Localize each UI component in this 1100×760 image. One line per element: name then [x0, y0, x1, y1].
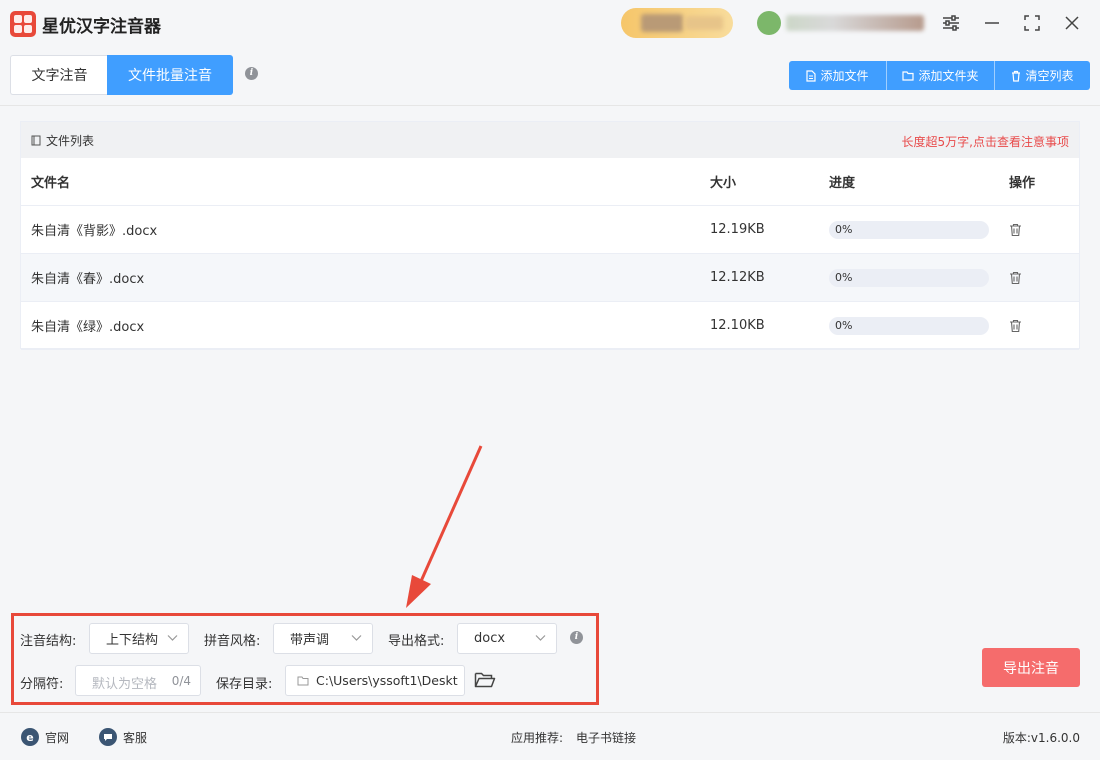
maximize-icon[interactable]: [1021, 12, 1043, 34]
save-dir-value: C:\Users\yssoft1\Deskt: [316, 673, 458, 688]
column-header-size: 大小: [710, 176, 737, 191]
progress-cell: 0%: [829, 302, 989, 349]
folder-icon: [297, 676, 309, 686]
file-size: 12.19KB: [710, 222, 765, 237]
trash-icon: [1010, 223, 1021, 236]
column-header-progress: 进度: [829, 176, 856, 191]
chevron-down-icon: [351, 635, 362, 641]
export-annotation-button[interactable]: 导出注音: [982, 648, 1080, 687]
file-table: 文件名 大小 进度 操作 朱自清《背影》.docx 12.19KB 0% 朱自清…: [21, 158, 1079, 350]
add-folder-button[interactable]: 添加文件夹: [886, 61, 994, 90]
progress-bar: 0%: [829, 220, 989, 239]
app-title: 星优汉字注音器: [42, 17, 161, 37]
chevron-down-icon: [167, 635, 178, 641]
file-name: 朱自清《背影》.docx: [31, 224, 158, 239]
structure-select[interactable]: 上下结构: [89, 623, 189, 654]
progress-bar: 0%: [829, 268, 989, 287]
file-size: 12.10KB: [710, 318, 765, 333]
username-blurred[interactable]: [786, 15, 924, 31]
browse-folder-icon[interactable]: [474, 671, 496, 693]
add-file-label: 添加文件: [820, 69, 869, 83]
file-size: 12.12KB: [710, 270, 765, 285]
format-label: 导出格式:: [388, 634, 445, 649]
website-label: 官网: [45, 730, 70, 745]
progress-cell: 0%: [829, 254, 989, 301]
minimize-icon[interactable]: [981, 12, 1003, 34]
add-file-button[interactable]: 添加文件: [789, 61, 886, 90]
table-row[interactable]: 朱自清《绿》.docx 12.10KB 0%: [21, 302, 1079, 350]
support-link[interactable]: 客服: [99, 728, 147, 746]
version-text: 版本:v1.6.0.0: [1002, 731, 1080, 745]
format-value: docx: [474, 631, 506, 646]
user-avatar[interactable]: [757, 11, 781, 35]
column-header-name: 文件名: [31, 176, 71, 191]
progress-text: 0%: [835, 270, 853, 284]
footer: e 官网 客服 应用推荐: 电子书链接 版本:v1.6.0.0: [0, 712, 1100, 760]
file-list-title: 文件列表: [46, 133, 95, 148]
app-logo: [10, 11, 36, 37]
toolbar: 文字注音 文件批量注音 i 添加文件 添加文件夹 清空列表: [0, 46, 1100, 106]
file-icon: [806, 69, 817, 82]
length-warning-link[interactable]: 长度超5万字,点击查看注意事项: [902, 133, 1069, 150]
table-header-row: 文件名 大小 进度 操作: [21, 158, 1079, 206]
tab-batch-file-annotation[interactable]: 文件批量注音: [107, 55, 233, 95]
clear-list-button[interactable]: 清空列表: [994, 61, 1090, 90]
recommend-label: 应用推荐:: [511, 731, 564, 745]
delete-file-button[interactable]: [1009, 302, 1022, 349]
pinyin-style-select[interactable]: 带声调: [273, 623, 373, 654]
column-header-action: 操作: [1009, 176, 1036, 191]
file-list-header: 文件列表 长度超5万字,点击查看注意事项: [21, 122, 1079, 158]
list-icon: [31, 135, 41, 145]
progress-cell: 0%: [829, 206, 989, 253]
style-label: 拼音风格:: [204, 634, 261, 649]
vip-badge[interactable]: [621, 8, 733, 38]
info-icon[interactable]: i: [570, 631, 583, 644]
ie-browser-icon: e: [21, 728, 39, 746]
file-action-buttons: 添加文件 添加文件夹 清空列表: [789, 61, 1090, 90]
title-bar: 星优汉字注音器: [0, 0, 1100, 46]
save-dir-label: 保存目录:: [216, 677, 273, 692]
settings-sliders-icon[interactable]: [940, 12, 962, 34]
table-row[interactable]: 朱自清《春》.docx 12.12KB 0%: [21, 254, 1079, 302]
progress-text: 0%: [835, 222, 853, 236]
structure-label: 注音结构:: [20, 634, 77, 649]
file-name: 朱自清《绿》.docx: [31, 320, 145, 335]
delete-file-button[interactable]: [1009, 254, 1022, 301]
ebook-link[interactable]: 电子书链接: [576, 729, 636, 746]
structure-value: 上下结构: [106, 633, 159, 648]
clear-list-label: 清空列表: [1025, 69, 1074, 83]
trash-icon: [1010, 319, 1021, 332]
file-name: 朱自清《春》.docx: [31, 272, 145, 287]
separator-char-count: 0/4: [171, 674, 191, 688]
delete-file-button[interactable]: [1009, 206, 1022, 253]
close-icon[interactable]: [1061, 12, 1083, 34]
chevron-down-icon: [535, 635, 546, 641]
tab-text-annotation[interactable]: 文字注音: [10, 55, 108, 95]
separator-label: 分隔符:: [20, 677, 64, 692]
separator-input[interactable]: 默认为空格 0/4: [75, 665, 201, 696]
website-link[interactable]: e 官网: [21, 728, 69, 746]
style-value: 带声调: [290, 633, 330, 648]
folder-icon: [902, 70, 915, 81]
export-format-select[interactable]: docx: [457, 623, 557, 654]
progress-text: 0%: [835, 318, 853, 332]
progress-bar: 0%: [829, 316, 989, 335]
add-folder-label: 添加文件夹: [918, 69, 979, 83]
trash-icon: [1012, 70, 1021, 82]
table-row[interactable]: 朱自清《背影》.docx 12.19KB 0%: [21, 206, 1079, 254]
support-label: 客服: [123, 730, 148, 745]
chat-bubble-icon: [99, 728, 117, 746]
info-icon[interactable]: i: [245, 67, 258, 80]
save-dir-input[interactable]: C:\Users\yssoft1\Deskt: [285, 665, 465, 696]
file-list-panel: 文件列表 长度超5万字,点击查看注意事项 文件名 大小 进度 操作 朱自清《背影…: [20, 121, 1080, 350]
separator-placeholder: 默认为空格: [92, 677, 158, 692]
trash-icon: [1010, 271, 1021, 284]
